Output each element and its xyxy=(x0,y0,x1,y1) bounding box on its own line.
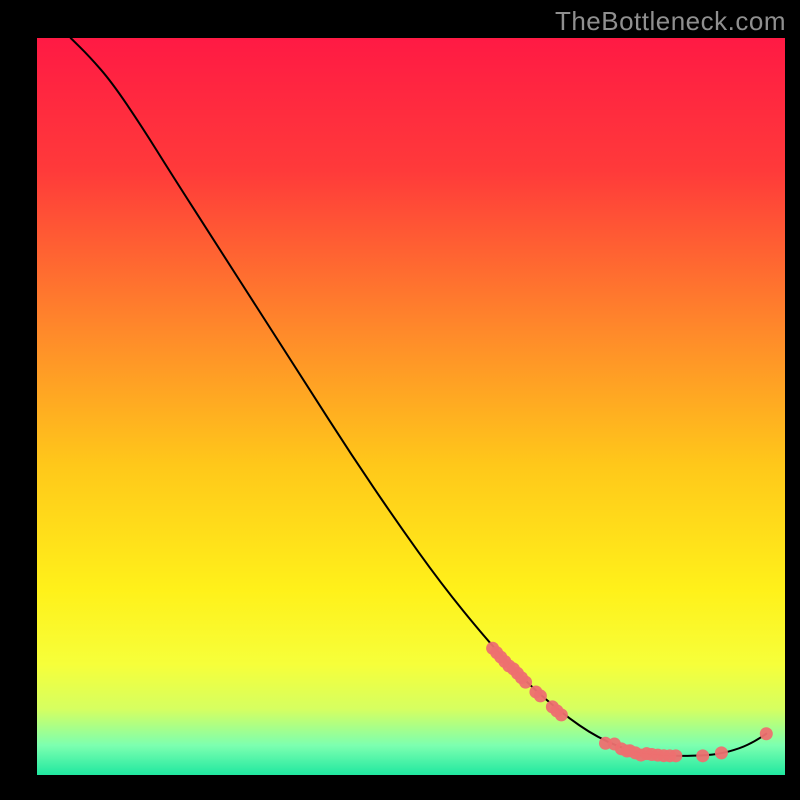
data-point-marker xyxy=(696,749,709,762)
data-point-marker xyxy=(669,749,682,762)
plot-background xyxy=(37,38,785,775)
watermark-text: TheBottleneck.com xyxy=(555,6,786,37)
data-point-marker xyxy=(715,746,728,759)
data-point-marker xyxy=(555,708,568,721)
bottleneck-chart xyxy=(0,0,800,800)
chart-container: TheBottleneck.com xyxy=(0,0,800,800)
data-point-marker xyxy=(760,727,773,740)
data-point-marker xyxy=(519,676,532,689)
data-point-marker xyxy=(534,689,547,702)
